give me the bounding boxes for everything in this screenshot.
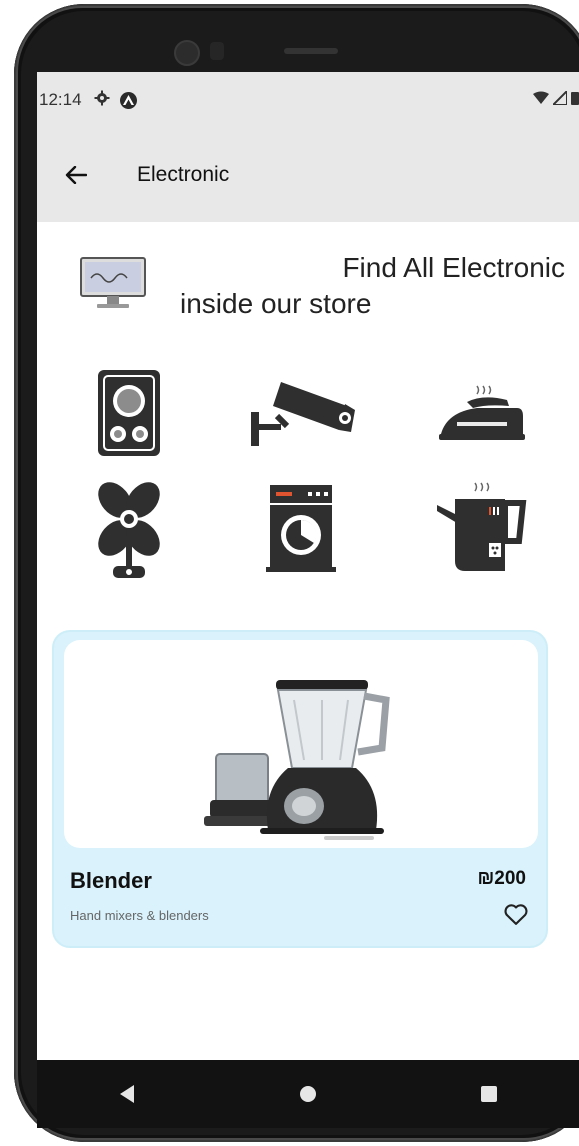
proximity-sensor [210, 42, 224, 60]
product-subtitle: Hand mixers & blenders [70, 908, 209, 923]
recents-square-icon[interactable] [459, 1064, 519, 1124]
app-bar: Electronic [37, 128, 579, 222]
status-right-icons [533, 88, 579, 110]
arrow-left-icon[interactable] [61, 160, 91, 190]
hero-line-1: Find All Electronic [342, 252, 565, 283]
earpiece-speaker [284, 48, 338, 54]
home-circle-icon[interactable] [278, 1064, 338, 1124]
hero-banner: Find All Electronic inside our store [37, 222, 579, 332]
back-triangle-icon[interactable] [97, 1064, 157, 1124]
front-camera [174, 40, 200, 66]
a-badge-icon [119, 91, 137, 109]
status-time: 12:14 [39, 90, 82, 109]
kettle-icon[interactable] [435, 480, 527, 576]
signal-icon [550, 88, 568, 110]
product-price: ₪200 [477, 868, 527, 889]
hero-line-2: inside our store [180, 288, 372, 319]
status-bar: 12:14 [37, 72, 579, 128]
wifi-icon [533, 90, 549, 110]
security-camera-icon[interactable] [247, 376, 357, 450]
system-nav-bar [37, 1060, 579, 1128]
blender-image [64, 640, 538, 848]
washing-machine-icon[interactable] [261, 482, 341, 574]
product-name: Blender [70, 868, 152, 893]
heart-outline-icon[interactable] [502, 900, 530, 928]
product-card[interactable]: Blender ₪200 Hand mixers & blenders [52, 630, 548, 948]
screen: 12:14 Electronic Find All Electronic ins… [37, 72, 579, 1128]
gear-icon [94, 90, 110, 111]
speaker-icon[interactable] [93, 366, 165, 460]
fan-icon[interactable] [93, 476, 165, 580]
monitor-icon [79, 256, 147, 312]
battery-icon [571, 90, 579, 110]
category-grid [37, 362, 579, 592]
iron-icon[interactable] [437, 384, 527, 444]
page-title: Electronic [137, 163, 230, 186]
